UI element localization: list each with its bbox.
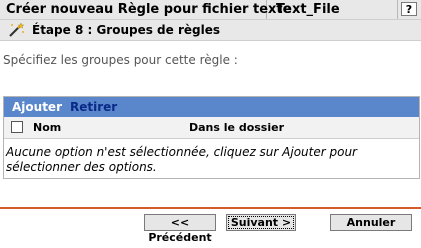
column-header-folder[interactable]: Dans le dossier <box>189 117 284 138</box>
groups-toolbar: Ajouter Retirer <box>4 97 419 117</box>
add-button[interactable]: Ajouter <box>12 97 62 117</box>
table-header: Nom Dans le dossier <box>4 117 419 139</box>
wand-icon <box>7 22 25 38</box>
next-button[interactable]: Suivant > <box>226 214 296 231</box>
select-all-checkbox[interactable] <box>11 121 23 133</box>
groups-panel: Ajouter Retirer Nom Dans le dossier Aucu… <box>3 96 420 179</box>
title-bar: Créer nouveau Règle pour fichier texte T… <box>0 0 421 20</box>
help-button[interactable]: ? <box>401 2 417 16</box>
empty-message: Aucune option n'est sélectionnée, clique… <box>6 145 357 174</box>
step-header: Étape 8 : Groupes de règles <box>0 20 421 41</box>
page-subtitle: Text_File <box>268 0 398 19</box>
cancel-button[interactable]: Annuler <box>330 214 412 231</box>
step-title: Étape 8 : Groupes de règles <box>32 23 220 37</box>
page-title: Créer nouveau Règle pour fichier texte <box>0 0 291 19</box>
instructions-text: Spécifiez les groupes pour cette règle : <box>3 53 238 67</box>
column-header-name[interactable]: Nom <box>33 117 61 138</box>
remove-button[interactable]: Retirer <box>70 97 117 117</box>
previous-button[interactable]: << Précédent <box>144 214 216 244</box>
divider <box>0 207 421 209</box>
